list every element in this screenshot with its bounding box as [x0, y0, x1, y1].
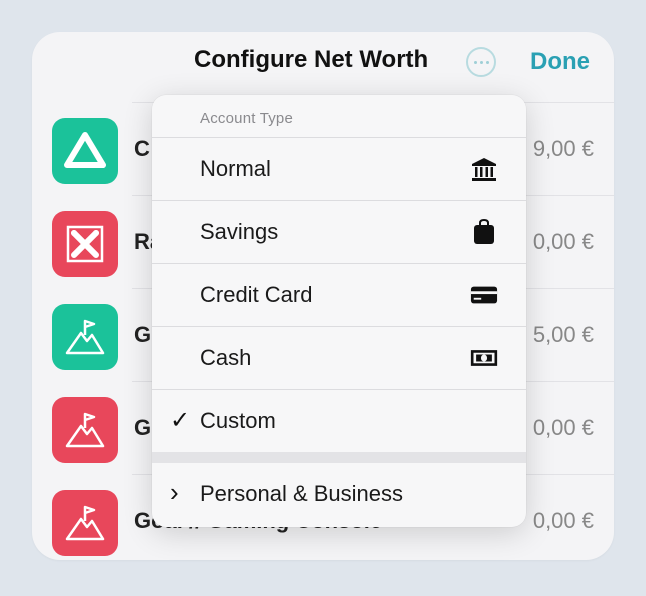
bag-icon [470, 219, 498, 245]
more-dot-icon [473, 60, 477, 64]
bank-icon [470, 156, 498, 182]
menu-item-normal[interactable]: Normal [152, 137, 526, 199]
menu-item-label: Personal & Business [200, 481, 403, 506]
menu-item-label: Credit Card [200, 282, 313, 307]
menu-item-label: Savings [200, 219, 279, 244]
menu-section-header: Account Type [200, 110, 294, 127]
account-name: C [134, 136, 150, 161]
credit-card-icon [470, 282, 498, 308]
account-name: G [134, 415, 152, 440]
checkmark-icon: ✓ [170, 407, 191, 434]
menu-item-label: Custom [200, 408, 276, 433]
more-dot-icon [485, 60, 489, 64]
menu-item-custom[interactable]: ✓ Custom [152, 389, 526, 451]
banknote-icon [470, 345, 498, 371]
menu-item-label: Cash [200, 345, 252, 370]
menu-item-credit-card[interactable]: Credit Card [152, 263, 526, 325]
account-value: 0,00 € [532, 508, 594, 533]
mountain-flag-icon [52, 397, 118, 463]
mountain-flag-icon [52, 490, 118, 556]
chevron-right-icon: › [170, 477, 179, 507]
page-title: Configure Net Worth [194, 46, 429, 73]
account-value: 5,00 € [532, 322, 594, 347]
more-dot-icon [479, 60, 483, 64]
sheet-header: Configure Net Worth Done [32, 32, 614, 102]
done-button[interactable]: Done [530, 48, 590, 76]
more-options-button[interactable] [466, 47, 496, 77]
account-name: G [134, 322, 152, 347]
drive-triangle-icon [52, 118, 118, 184]
account-value: 0,00 € [532, 415, 594, 440]
mountain-flag-icon [52, 304, 118, 370]
menu-item-personal-business[interactable]: › Personal & Business [152, 463, 526, 525]
menu-item-label: Normal [200, 156, 271, 181]
raiffeisen-cross-icon [52, 211, 118, 277]
account-value: 9,00 € [532, 136, 594, 161]
menu-item-cash[interactable]: Cash [152, 326, 526, 388]
account-value: 0,00 € [532, 229, 594, 254]
menu-item-savings[interactable]: Savings [152, 200, 526, 262]
menu-section-divider [152, 452, 526, 463]
account-type-menu: Account Type Normal Savings Credit Card … [152, 95, 526, 527]
